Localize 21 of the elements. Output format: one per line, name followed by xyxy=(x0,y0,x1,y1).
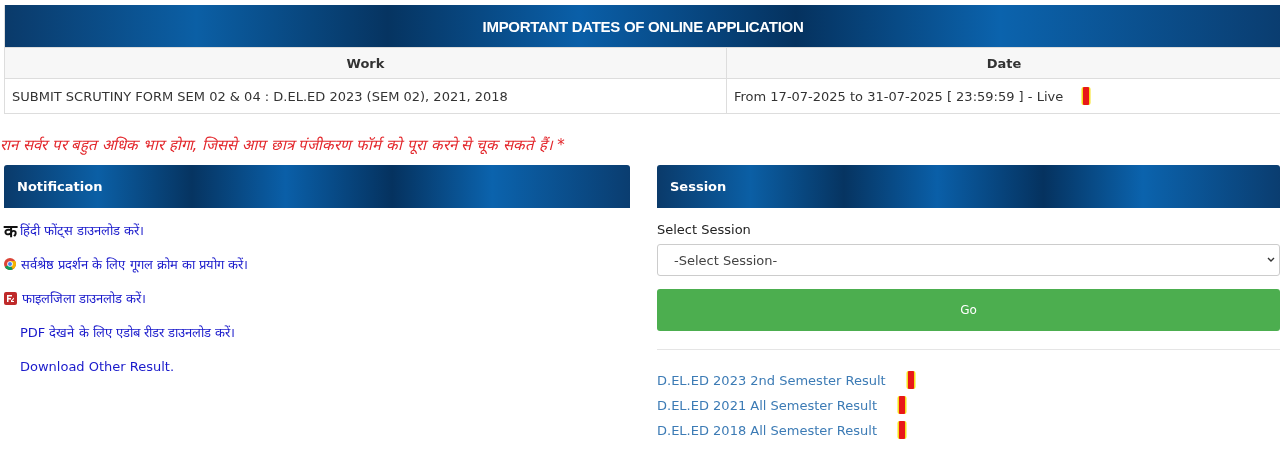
notification-link[interactable]: फाइलजिला डाउनलोड करें। xyxy=(22,289,147,307)
notification-link[interactable]: Download Other Result. xyxy=(20,358,175,374)
panel-header: Session xyxy=(657,165,1280,208)
result-link[interactable]: D.EL.ED 2023 2nd Semester Result xyxy=(657,372,886,388)
table-title: IMPORTANT DATES OF ONLINE APPLICATION xyxy=(5,5,1280,47)
result-link[interactable]: D.EL.ED 2018 All Semester Result xyxy=(657,422,877,438)
caret-icon xyxy=(1267,257,1275,263)
notification-link[interactable]: सर्वश्रेष्ठ प्रदर्शन के लिए गूगल क्रोम का प्रयोग करें। xyxy=(21,255,249,273)
result-link[interactable]: D.EL.ED 2021 All Semester Result xyxy=(657,397,877,413)
filezilla-icon xyxy=(4,291,17,305)
table-cell: From 17-07-2025 to 31-07-2025 [ 23:59:59 ] - Live xyxy=(734,88,1064,104)
chrome-icon xyxy=(4,258,16,270)
notification-link[interactable]: PDF देखने के लिए एडोब रीडर डाउनलोड करें। xyxy=(20,323,236,341)
notification-link[interactable]: हिंदी फोंट्स डाउनलोड करें। xyxy=(20,221,145,239)
column-header: Work xyxy=(345,54,386,73)
table-cell-text: SUBMIT SCRUTINY FORM SEM 02 & 04 : D.EL.ED 2023 (SEM 02), 2021, 2018 xyxy=(11,87,509,106)
warning-text: रान सर्वर पर बहुत अधिक भार होगा, जिससे आप छात्र पंजीकरण फॉर्म को पूरा करने से चूक सकते हैं। * xyxy=(0,135,566,154)
field-label: Select Session xyxy=(657,222,752,237)
panel-header: Notification xyxy=(4,165,630,208)
session-select[interactable]: -Select Session- xyxy=(657,244,1280,276)
hindi-letter-icon: क xyxy=(4,218,17,242)
